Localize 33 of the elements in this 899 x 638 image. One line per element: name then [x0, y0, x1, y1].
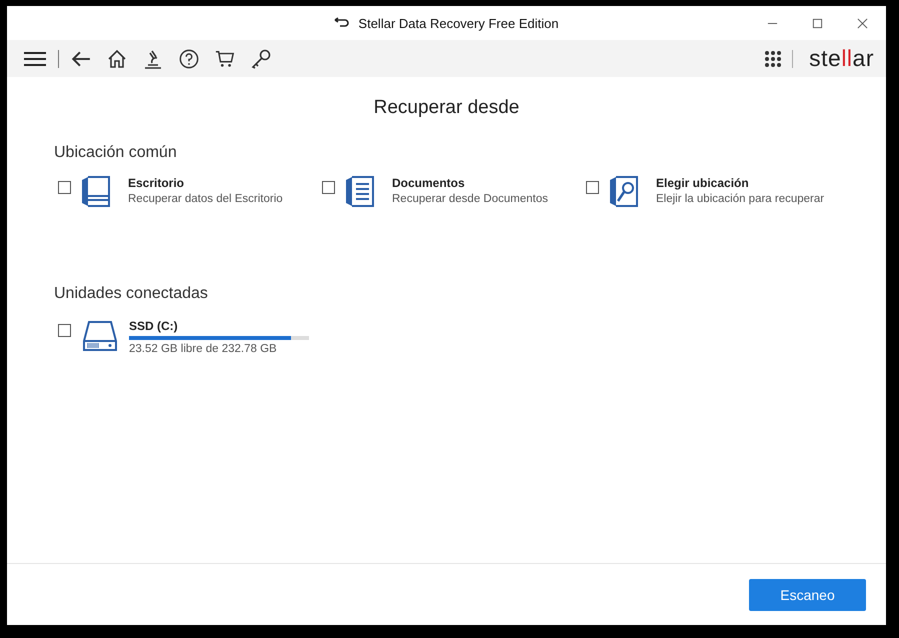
section-title: Unidades conectadas — [54, 285, 209, 303]
drive-capacity: 23.52 GB libre de 232.78 GB — [129, 343, 278, 355]
document-folder-icon — [343, 176, 375, 208]
drive-name[interactable]: SSD (C:) — [129, 319, 309, 333]
page-heading: Recuperar desde — [372, 97, 520, 119]
section-title: Ubicación común — [54, 144, 178, 162]
location-name[interactable]: Escritorio — [128, 176, 283, 190]
checkbox[interactable] — [322, 181, 335, 194]
close-icon[interactable] — [857, 18, 868, 28]
desktop-folder-icon — [79, 176, 111, 208]
scan-button[interactable]: Escaneo — [749, 578, 866, 610]
window-title: Stellar Data Recovery Free Edition — [358, 16, 559, 30]
folder-search-icon — [607, 176, 639, 208]
checkbox[interactable] — [586, 181, 599, 194]
location-description: Elejir la ubicación para recuperar — [656, 193, 824, 205]
cart-icon[interactable] — [215, 48, 235, 68]
app-icon — [334, 17, 350, 29]
help-icon[interactable] — [179, 48, 199, 68]
checkbox[interactable] — [58, 181, 71, 194]
apps-grid-icon[interactable] — [764, 50, 782, 68]
home-icon[interactable] — [107, 48, 127, 68]
microscope-icon[interactable] — [143, 48, 163, 68]
location-name[interactable]: Elegir ubicación — [656, 176, 824, 190]
key-icon[interactable] — [251, 48, 271, 68]
drive-icon — [83, 321, 117, 351]
menu-icon[interactable] — [24, 50, 46, 66]
logo: stellar — [809, 45, 874, 72]
checkbox[interactable] — [58, 324, 71, 337]
location-name[interactable]: Documentos — [392, 176, 548, 190]
location-description: Recuperar datos del Escritorio — [128, 193, 283, 205]
location-description: Recuperar desde Documentos — [392, 193, 548, 205]
back-arrow-icon[interactable] — [71, 48, 91, 68]
maximize-icon[interactable] — [812, 18, 823, 28]
